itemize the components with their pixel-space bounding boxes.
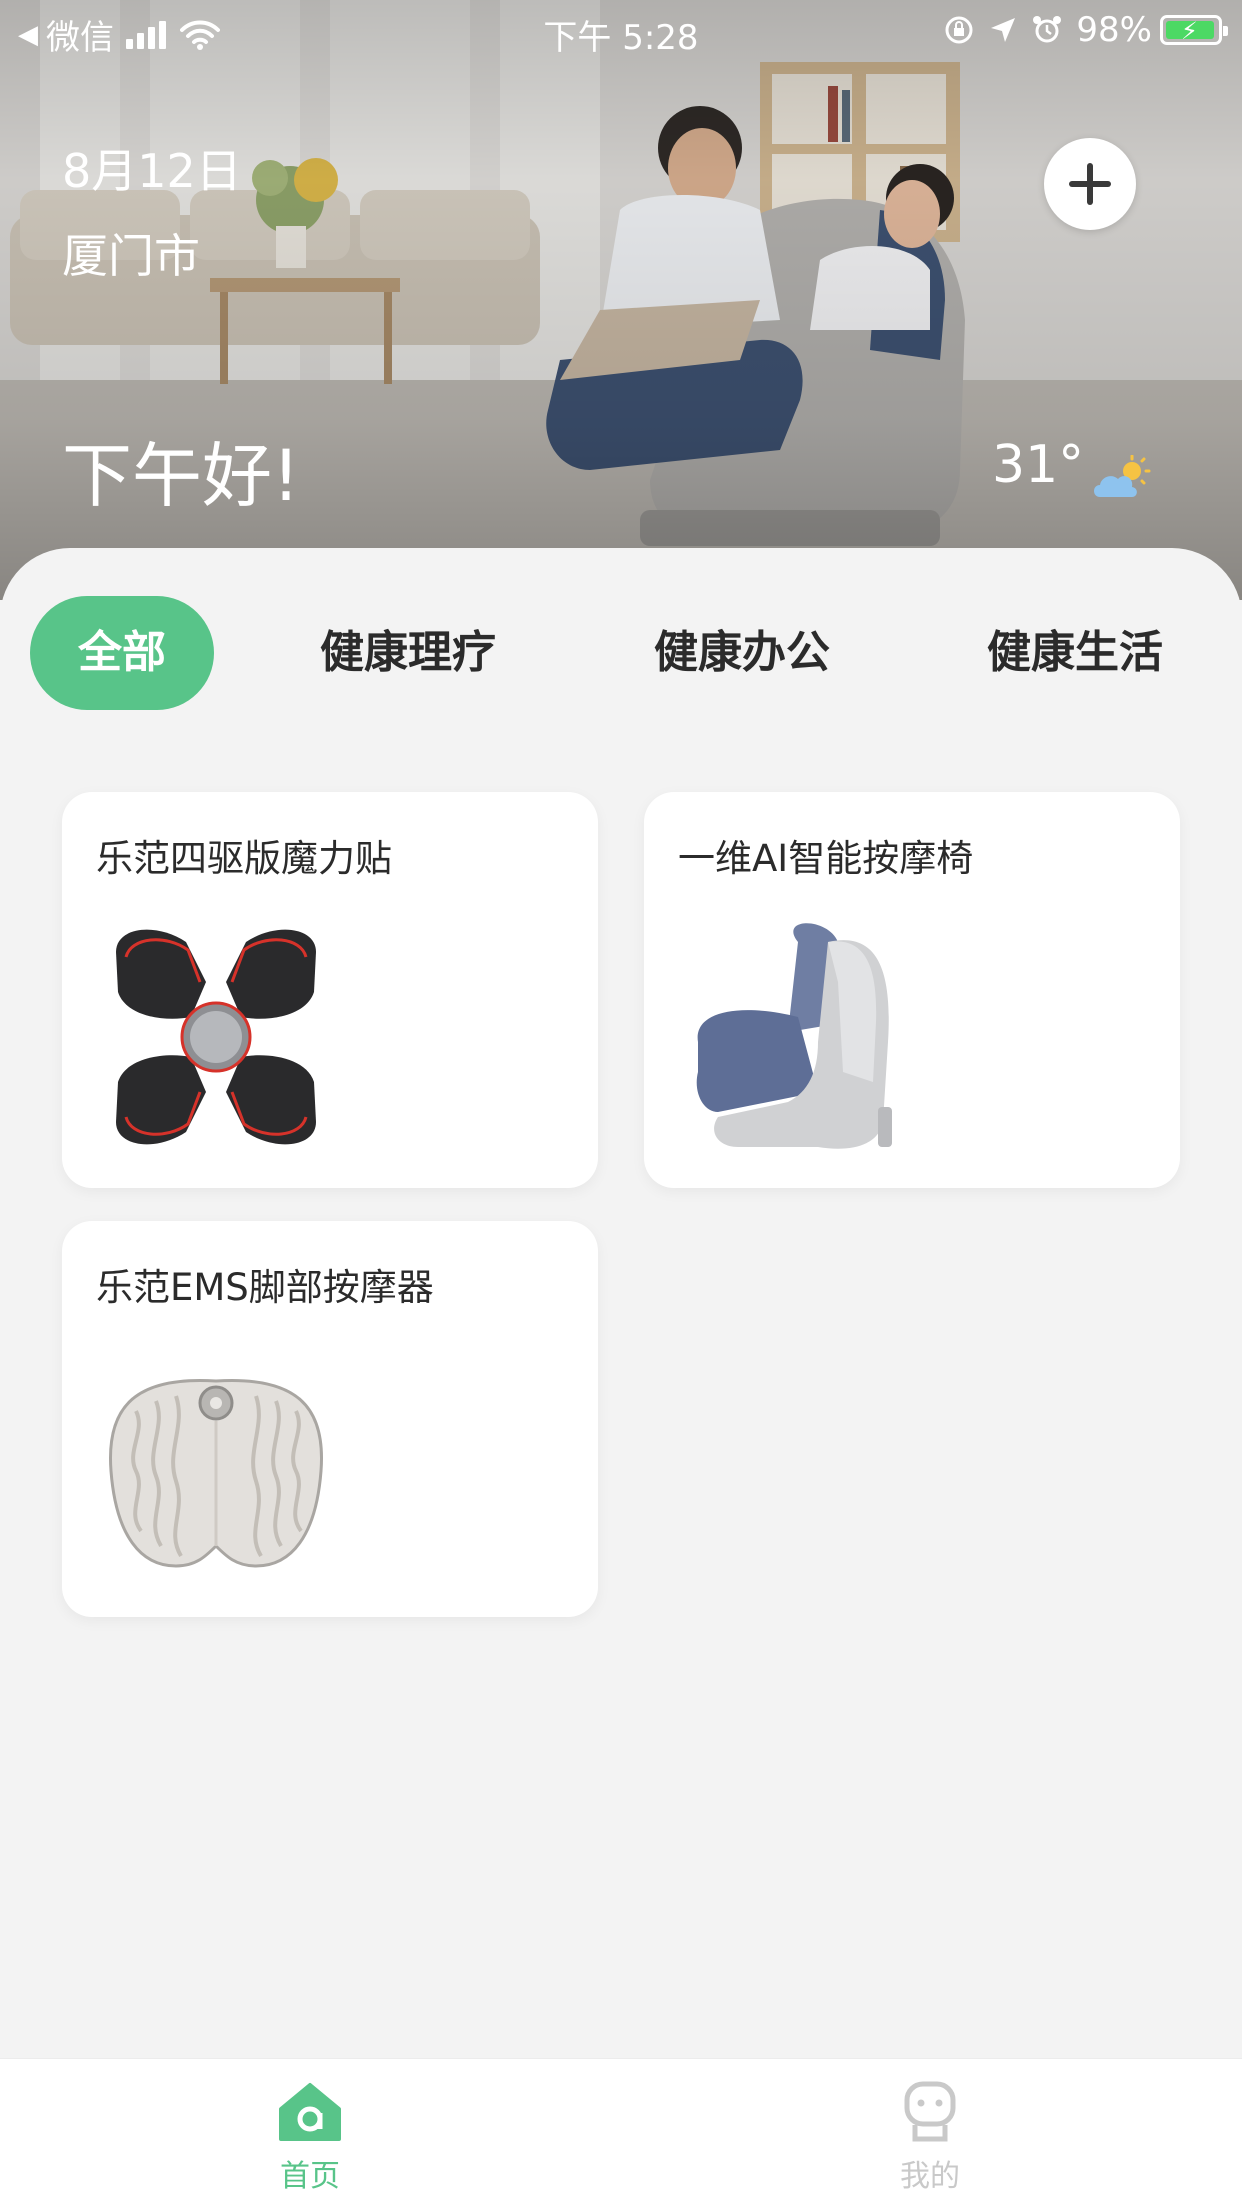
status-bar: ◀ 微信 下午 5:28 98% ⚡: [0, 0, 1242, 62]
nav-profile-label: 我的: [900, 2159, 960, 2194]
device-name: 一维AI智能按摩椅: [678, 837, 974, 880]
bottom-navigation: 首页 我的: [0, 2058, 1242, 2208]
nav-home[interactable]: 首页: [230, 2081, 390, 2195]
alarm-clock-icon: [1033, 16, 1062, 43]
massage-chair-image: [696, 923, 892, 1149]
home-icon: [279, 2083, 341, 2141]
location-arrow-icon: [991, 18, 1016, 42]
city-label: 厦门市: [62, 229, 200, 283]
device-name: 乐范EMS脚部按摩器: [96, 1266, 434, 1309]
device-card[interactable]: 一维AI智能按摩椅: [644, 792, 1180, 1188]
tab-all[interactable]: 全部: [30, 596, 214, 710]
category-tabs: 全部 健康理疗 健康办公 健康生活: [0, 596, 1242, 710]
add-device-button[interactable]: [1044, 138, 1136, 230]
orientation-lock-icon: [945, 16, 973, 44]
temperature-label: 31°: [992, 435, 1085, 495]
battery-icon: ⚡: [1160, 15, 1228, 45]
profile-icon: [904, 2081, 956, 2142]
tab-health-therapy[interactable]: 健康理疗: [300, 596, 516, 710]
battery-percentage: 98%: [1076, 10, 1152, 50]
content-panel: 全部 健康理疗 健康办公 健康生活 乐范四驱版魔力贴 一维AI智能按摩椅 乐范E…: [0, 548, 1242, 2058]
nav-home-label: 首页: [280, 2159, 340, 2194]
date-label: 8月12日: [62, 144, 242, 198]
greeting-text: 下午好!: [62, 435, 301, 517]
device-card[interactable]: 乐范四驱版魔力贴: [62, 792, 598, 1188]
hero-banner: ◀ 微信 下午 5:28 98% ⚡ 8月12日 厦门市 下午好! 31°: [0, 0, 1242, 600]
device-card[interactable]: 乐范EMS脚部按摩器: [62, 1221, 598, 1617]
plus-icon: [1069, 163, 1111, 205]
nav-profile[interactable]: 我的: [850, 2081, 1010, 2195]
partly-cloudy-icon: [1094, 455, 1151, 497]
status-bar-right: 98% ⚡: [944, 10, 1228, 50]
massage-patch-image: [116, 929, 316, 1145]
tab-health-life[interactable]: 健康生活: [967, 596, 1183, 710]
tab-health-office[interactable]: 健康办公: [634, 596, 850, 710]
foot-massager-image: [108, 1378, 324, 1568]
device-name: 乐范四驱版魔力贴: [96, 837, 392, 880]
